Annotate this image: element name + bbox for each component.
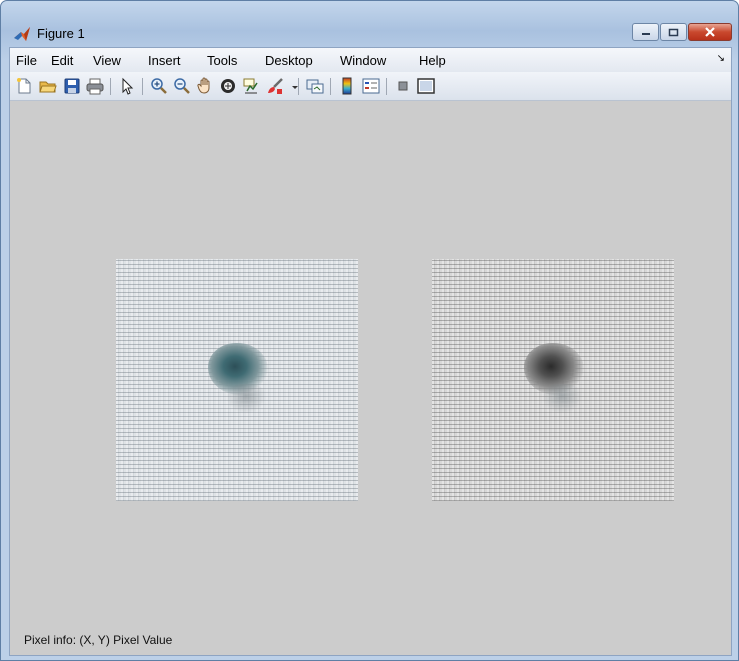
window-title: Figure 1: [37, 26, 85, 41]
figure-toolbar: [10, 72, 731, 101]
minimize-icon: [641, 33, 650, 35]
hide-plot-tools-icon[interactable]: [394, 77, 412, 95]
menu-tools[interactable]: Tools: [207, 53, 237, 68]
pixel-info-label: Pixel info: (X, Y) Pixel Value: [24, 633, 173, 647]
figure-client: File Edit View Insert Tools Desktop Wind…: [9, 47, 732, 656]
link-plot-icon[interactable]: [306, 77, 324, 95]
menu-help[interactable]: Help: [419, 53, 446, 68]
toolbar-separator: [330, 78, 331, 95]
brush-icon[interactable]: [266, 77, 284, 95]
fabric-tear: [542, 384, 582, 414]
menu-edit[interactable]: Edit: [51, 53, 73, 68]
menu-insert[interactable]: Insert: [148, 53, 181, 68]
minimize-button[interactable]: [632, 23, 659, 41]
grayscale-image[interactable]: [432, 259, 674, 501]
menu-desktop[interactable]: Desktop: [265, 53, 313, 68]
zoom-out-icon[interactable]: [173, 77, 191, 95]
show-plot-tools-icon[interactable]: [417, 77, 435, 95]
zoom-in-icon[interactable]: [150, 77, 168, 95]
figure-canvas[interactable]: [10, 101, 731, 655]
original-image[interactable]: [116, 259, 358, 501]
maximize-button[interactable]: [660, 23, 687, 41]
save-icon[interactable]: [63, 77, 81, 95]
print-icon[interactable]: [86, 77, 104, 95]
pan-icon[interactable]: [196, 77, 214, 95]
fabric-tear: [226, 384, 266, 414]
menu-window[interactable]: Window: [340, 53, 386, 68]
dock-arrow-icon[interactable]: ↘: [717, 53, 725, 64]
insert-legend-icon[interactable]: [362, 77, 380, 95]
close-button[interactable]: [688, 23, 732, 41]
insert-colorbar-icon[interactable]: [338, 77, 356, 95]
close-icon: [705, 27, 715, 37]
edit-plot-icon[interactable]: [118, 77, 136, 95]
toolbar-separator: [386, 78, 387, 95]
menu-file[interactable]: File: [16, 53, 37, 68]
title-bar[interactable]: Figure 1: [1, 1, 738, 47]
new-figure-icon[interactable]: [15, 77, 33, 95]
toolbar-separator: [142, 78, 143, 95]
open-file-icon[interactable]: [39, 77, 57, 95]
matlab-logo-icon: [13, 25, 31, 43]
brush-dropdown-icon[interactable]: [286, 77, 298, 95]
toolbar-separator: [298, 78, 299, 95]
menu-view[interactable]: View: [93, 53, 121, 68]
rotate-3d-icon[interactable]: [219, 77, 237, 95]
toolbar-separator: [110, 78, 111, 95]
figure-window: Figure 1 File Edit View Insert Tools Des…: [0, 0, 739, 661]
data-cursor-icon[interactable]: [242, 77, 260, 95]
menu-bar: File Edit View Insert Tools Desktop Wind…: [10, 48, 731, 72]
maximize-icon: [668, 28, 679, 36]
